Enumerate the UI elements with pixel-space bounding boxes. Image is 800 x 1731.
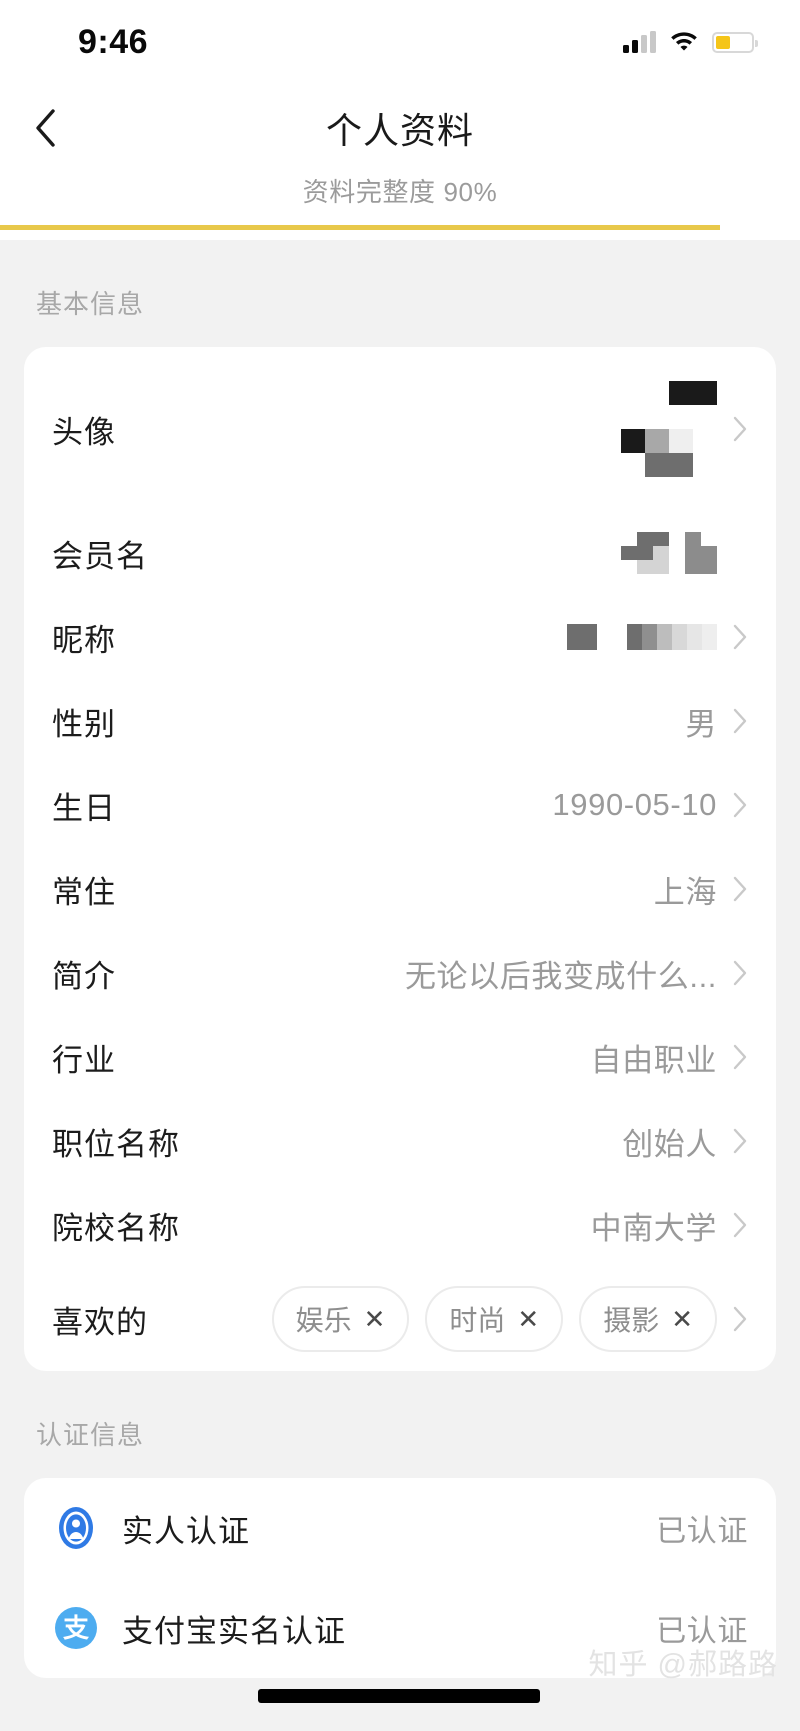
row-label-gender: 性别 <box>52 706 116 742</box>
row-label-real-person-verification: 实人认证 <box>122 1513 250 1549</box>
row-member-name: 会员名 <box>52 511 748 595</box>
status-bar-time: 9:46 <box>78 22 149 61</box>
row-value-birthday: 1990-05-10 <box>552 787 717 822</box>
interest-tag-label: 娱乐 <box>295 1305 352 1336</box>
interest-tag[interactable]: 摄影 ✕ <box>579 1286 717 1352</box>
status-badge-real-person: 已认证 <box>656 1515 748 1548</box>
completeness-label: 资料完整度 90% <box>302 177 498 207</box>
close-icon[interactable]: ✕ <box>364 1306 386 1332</box>
row-residence[interactable]: 常住 上海 <box>52 847 748 931</box>
row-interests[interactable]: 喜欢的 娱乐 ✕ 时尚 ✕ 摄影 ✕ <box>52 1267 748 1371</box>
row-label-alipay-verification: 支付宝实名认证 <box>122 1613 346 1649</box>
row-job-title[interactable]: 职位名称 创始人 <box>52 1099 748 1183</box>
member-name-redacted <box>621 532 717 574</box>
row-label-nickname: 昵称 <box>52 622 116 658</box>
status-badge-alipay: 已认证 <box>656 1615 748 1648</box>
chevron-left-icon <box>36 109 55 147</box>
row-value-industry: 自由职业 <box>590 1042 717 1078</box>
row-avatar[interactable]: 头像 <box>52 347 748 511</box>
nav-bar: 个人资料 <box>0 84 800 172</box>
row-label-job-title: 职位名称 <box>52 1126 180 1162</box>
row-value-residence: 上海 <box>653 874 717 910</box>
row-bio[interactable]: 简介 无论以后我变成什么... <box>52 931 748 1015</box>
interest-tag[interactable]: 娱乐 ✕ <box>271 1286 410 1352</box>
chevron-right-icon <box>733 416 747 442</box>
close-icon[interactable]: ✕ <box>671 1306 693 1332</box>
wifi-icon <box>670 29 698 56</box>
avatar-redacted <box>621 381 717 477</box>
row-value-gender: 男 <box>685 706 717 742</box>
row-label-avatar: 头像 <box>52 414 116 450</box>
svg-text:支: 支 <box>63 1614 89 1644</box>
chevron-right-icon <box>733 960 747 986</box>
row-real-person-verification[interactable]: 实人认证 已认证 <box>52 1478 748 1578</box>
row-value-bio: 无论以后我变成什么... <box>404 958 717 994</box>
back-button[interactable] <box>0 109 90 147</box>
row-label-birthday: 生日 <box>52 790 116 826</box>
battery-icon <box>712 31 758 53</box>
row-label-interests: 喜欢的 <box>52 1304 148 1340</box>
page-title: 个人资料 <box>325 110 474 151</box>
profile-screen: 9:46 个人资料 资料完整度 90% 基本信息 头像 会员名 昵称 性别 男 … <box>0 0 800 1731</box>
row-value-school: 中南大学 <box>590 1210 717 1246</box>
row-industry[interactable]: 行业 自由职业 <box>52 1015 748 1099</box>
redaction-bar <box>258 1689 540 1703</box>
chevron-right-icon <box>733 1212 747 1238</box>
close-icon[interactable]: ✕ <box>517 1306 539 1332</box>
row-alipay-verification[interactable]: 支 支付宝实名认证 已认证 <box>52 1578 748 1678</box>
row-gender[interactable]: 性别 男 <box>52 679 748 763</box>
alipay-icon: 支 <box>55 1607 97 1649</box>
row-label-industry: 行业 <box>52 1042 116 1078</box>
section-title-verification: 认证信息 <box>36 1420 145 1450</box>
row-value-job-title: 创始人 <box>622 1126 717 1162</box>
row-value-avatar <box>621 381 748 477</box>
row-value-nickname <box>567 624 748 650</box>
cellular-signal-icon <box>623 31 656 53</box>
verification-card: 实人认证 已认证 支 支付宝实名认证 已认证 <box>24 1478 776 1678</box>
row-label-residence: 常住 <box>52 874 116 910</box>
chevron-right-icon <box>733 792 747 818</box>
row-birthday[interactable]: 生日 1990-05-10 <box>52 763 748 847</box>
interest-tag-label: 摄影 <box>603 1305 660 1336</box>
basic-info-card: 头像 会员名 昵称 性别 男 生日 1990-05-10 常住 上海 简介 无论… <box>24 347 776 1371</box>
status-bar-icons <box>623 29 758 56</box>
profile-completeness: 资料完整度 90% <box>0 172 800 240</box>
chevron-right-icon <box>733 1306 747 1332</box>
interest-tag-label: 时尚 <box>449 1305 506 1336</box>
chevron-right-icon <box>733 708 747 734</box>
nickname-redacted <box>567 624 717 650</box>
content-scroll-area[interactable]: 基本信息 头像 会员名 昵称 性别 男 生日 1990-05-10 常住 上海 … <box>0 240 800 1678</box>
chevron-right-icon <box>733 624 747 650</box>
real-person-badge-icon <box>59 1507 93 1549</box>
chevron-right-icon <box>733 1044 747 1070</box>
interest-tag[interactable]: 时尚 ✕ <box>425 1286 564 1352</box>
chevron-right-icon <box>733 876 747 902</box>
row-school[interactable]: 院校名称 中南大学 <box>52 1183 748 1267</box>
row-value-member-name <box>621 532 748 574</box>
status-bar: 9:46 <box>0 0 800 84</box>
chevron-right-icon <box>733 1128 747 1154</box>
row-nickname[interactable]: 昵称 <box>52 595 748 679</box>
completeness-progress-track <box>0 225 800 230</box>
row-label-member-name: 会员名 <box>52 538 148 574</box>
interest-tag-list: 娱乐 ✕ 时尚 ✕ 摄影 ✕ <box>271 1286 717 1352</box>
row-label-bio: 简介 <box>52 958 116 994</box>
row-label-school: 院校名称 <box>52 1210 180 1246</box>
section-title-basic-info: 基本信息 <box>36 289 145 319</box>
completeness-progress-fill <box>0 225 720 230</box>
